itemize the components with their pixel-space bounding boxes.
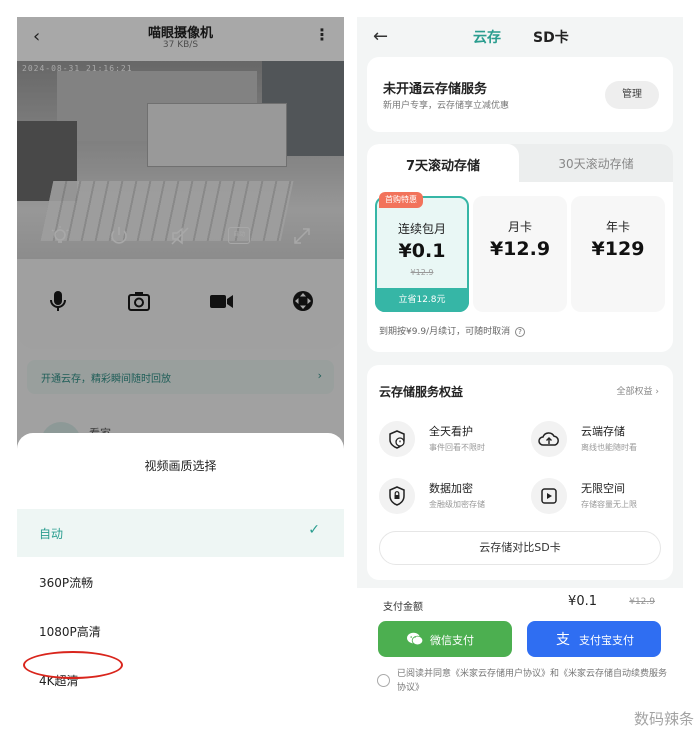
quality-option-360p[interactable]: 360P流畅 [17,558,344,606]
weibo-watermark: 数码辣条 [633,710,694,728]
benefit-subtitle: 金融级加密存储 [429,500,485,509]
plan-monthly-auto[interactable]: 首购特惠 连续包月 ¥0.1 ¥12.9 立省12.8元 [375,192,469,312]
plan-savings: 立省12.8元 [375,288,469,312]
right-phone-screen: ← 云存 SD卡 未开通云存储服务 新用户专享，云存储享立减优惠 管理 7天滚动… [357,17,683,719]
quality-option-1080p[interactable]: 1080P高清 [17,607,344,655]
plan-price: ¥12.9 [489,238,551,260]
sheet-title: 视频画质选择 [144,459,217,473]
screenshot-canvas: ‹ 喵眼摄像机 37 KB/S ⋮ 2024-08-31 21:16:21 自动… [0,0,700,735]
plan-name: 月卡 [507,220,532,234]
manage-button[interactable]: 管理 [605,81,659,109]
benefit-title: 云端存储 [581,425,625,438]
plan-annual-card[interactable]: 年卡 ¥129 [571,196,665,312]
payment-old-price: ¥12.9 [629,597,655,607]
agree-checkbox[interactable] [377,674,390,687]
alipay-label: 支付宝支付 [579,634,634,647]
check-icon: ✓ [308,522,320,538]
benefit-subtitle: 事件回看不限时 [429,443,485,452]
wechat-icon [407,632,424,646]
plan-name: 连续包月 [397,222,446,236]
tab-label: 7天滚动存储 [405,159,481,174]
compare-sd-button[interactable]: 云存储对比SD卡 [379,531,661,565]
service-subtitle: 新用户专享，云存储享立减优惠 [383,101,510,111]
option-label: 自动 [39,527,64,541]
shield-lock-icon [379,478,415,514]
tab-sd-card[interactable]: SD卡 [533,27,569,47]
benefit-subtitle: 存储容量无上限 [581,500,637,509]
option-label: 1080P高清 [39,625,101,639]
benefits-card: 云存储服务权益 全部权益 › 全天看护 事件回看不限时 云端存储 离线也能随时看 [367,365,673,580]
plan-monthly-card[interactable]: 月卡 ¥12.9 [473,196,567,312]
plan-price: ¥0.1 [398,240,446,262]
service-title: 未开通云存储服务 [383,82,488,97]
wechat-pay-button[interactable]: 微信支付 [378,621,512,657]
payment-panel: 支付金额 ¥0.1 ¥12.9 微信支付 支 支付宝支付 已阅读并同意《米家云存… [357,588,683,719]
plan-old-price: ¥12.9 [410,268,434,277]
option-label: 360P流畅 [39,576,94,590]
benefit-title: 无限空间 [581,482,625,495]
tab-cloud[interactable]: 云存 [473,27,501,47]
payment-label: 支付金额 [383,602,423,613]
alipay-icon: 支 [556,632,570,648]
renewal-note: 到期按¥9.9/月续订，可随时取消 ? [379,324,525,337]
tab-7-day[interactable]: 7天滚动存储 [367,144,519,182]
renewal-text: 到期按¥9.9/月续订，可随时取消 [379,327,511,337]
tab-30-day[interactable]: 30天滚动存储 [519,155,673,172]
all-benefits-link[interactable]: 全部权益 › [617,384,659,397]
plan-name: 年卡 [605,220,630,234]
left-phone-screen: ‹ 喵眼摄像机 37 KB/S ⋮ 2024-08-31 21:16:21 自动… [17,17,344,719]
arrow-left-icon[interactable]: ← [373,26,388,47]
quality-option-auto[interactable]: 自动 ✓ [17,509,344,557]
service-status-card: 未开通云存储服务 新用户专享，云存储享立减优惠 管理 [367,57,673,132]
plan-price: ¥129 [591,238,645,260]
benefit-subtitle: 离线也能随时看 [581,443,637,452]
agreement-text[interactable]: 已阅读并同意《米家云存储用户协议》和《米家云存储自动续费服务协议》 [397,667,667,695]
benefits-title: 云存储服务权益 [379,385,464,399]
svg-text:支: 支 [556,632,570,648]
help-icon[interactable]: ? [514,327,525,337]
clock-shield-icon [379,421,415,457]
promo-badge: 首购特惠 [379,192,423,208]
highlight-annotation [23,651,123,679]
plan-card: 7天滚动存储 30天滚动存储 首购特惠 连续包月 ¥0.1 ¥12.9 立省12… [367,144,673,352]
video-file-icon [531,478,567,514]
storage-tabs: 7天滚动存储 30天滚动存储 [367,144,673,182]
benefit-title: 数据加密 [429,482,473,495]
wechat-pay-label: 微信支付 [430,634,474,647]
cloud-upload-icon [531,421,567,457]
benefit-title: 全天看护 [429,425,473,438]
alipay-button[interactable]: 支 支付宝支付 [527,621,661,657]
payment-price: ¥0.1 [568,594,597,609]
quality-bottom-sheet: 视频画质选择 自动 ✓ 360P流畅 1080P高清 4K超清 [17,433,344,719]
